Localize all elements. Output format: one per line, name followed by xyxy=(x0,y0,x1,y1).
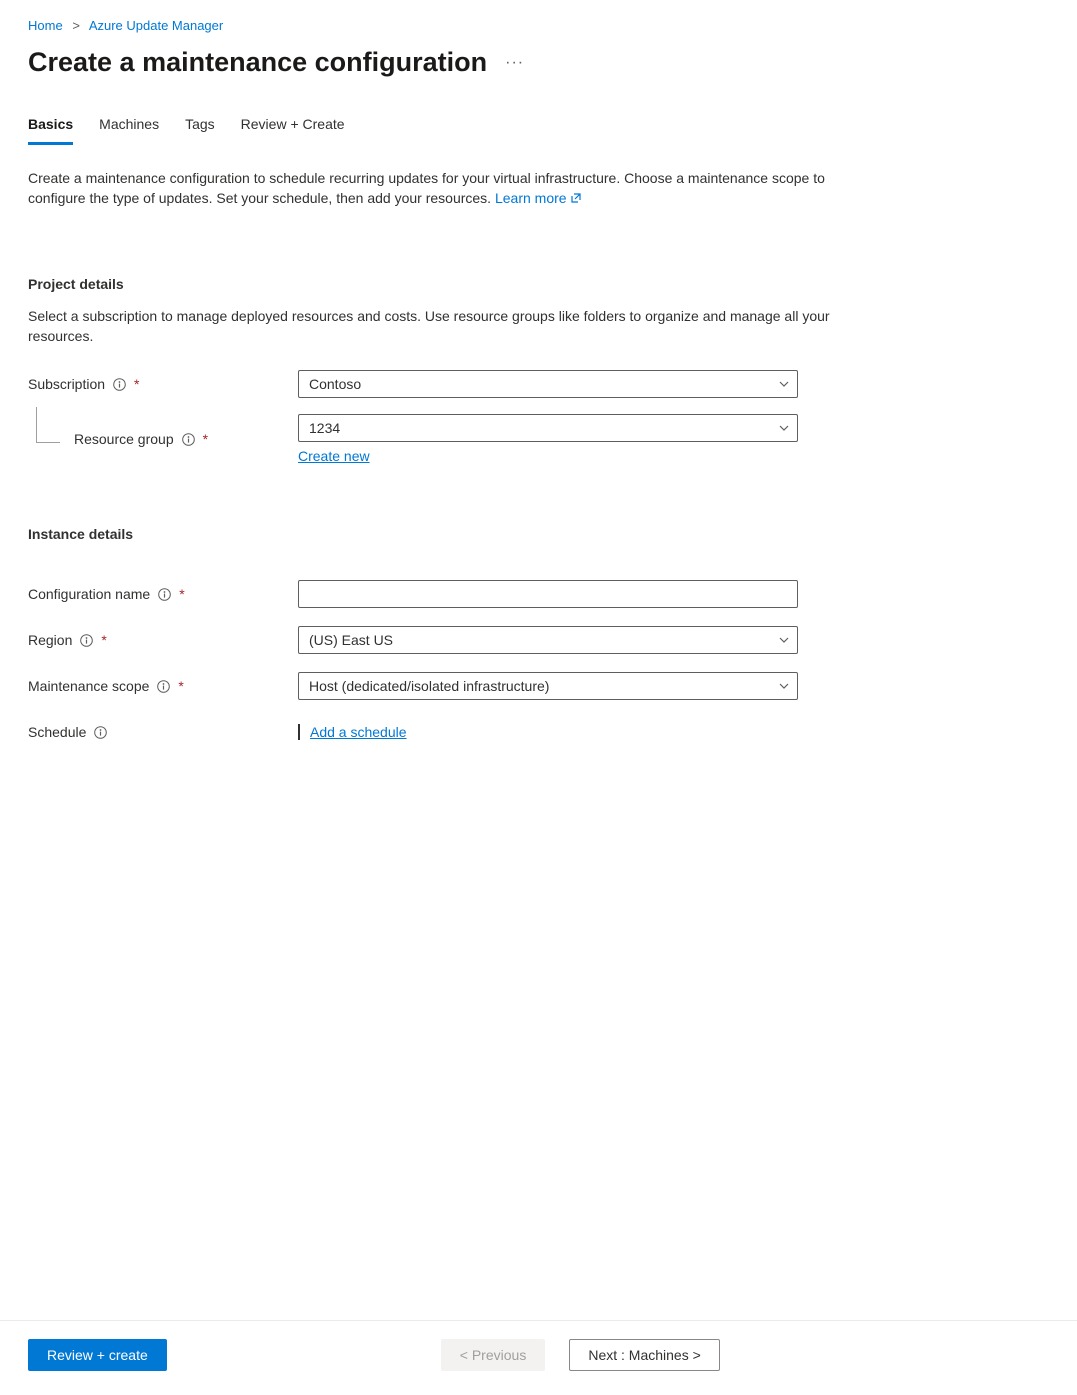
breadcrumb-home[interactable]: Home xyxy=(28,18,63,33)
maintenance-scope-label: Maintenance scope xyxy=(28,678,149,694)
add-schedule-link[interactable]: Add a schedule xyxy=(310,724,407,740)
tab-tags[interactable]: Tags xyxy=(185,116,215,145)
wizard-footer: Review + create < Previous Next : Machin… xyxy=(0,1320,1077,1395)
info-icon[interactable] xyxy=(80,634,93,647)
tab-bar: Basics Machines Tags Review + Create xyxy=(28,116,1049,146)
region-label: Region xyxy=(28,632,72,648)
breadcrumb-separator: > xyxy=(72,18,80,33)
breadcrumb-parent[interactable]: Azure Update Manager xyxy=(89,18,223,33)
tab-basics[interactable]: Basics xyxy=(28,116,73,145)
breadcrumb: Home > Azure Update Manager xyxy=(28,18,1049,33)
configuration-name-input[interactable] xyxy=(298,580,798,608)
subscription-select[interactable]: Contoso xyxy=(298,370,798,398)
page-title: Create a maintenance configuration xyxy=(28,47,487,78)
maintenance-scope-select[interactable]: Host (dedicated/isolated infrastructure) xyxy=(298,672,798,700)
info-icon[interactable] xyxy=(113,378,126,391)
required-indicator: * xyxy=(134,376,139,392)
learn-more-link[interactable]: Learn more xyxy=(495,190,582,206)
tree-connector xyxy=(36,407,60,443)
section-project-details-title: Project details xyxy=(28,276,1049,292)
tab-machines[interactable]: Machines xyxy=(99,116,159,145)
info-icon[interactable] xyxy=(94,726,107,739)
required-indicator: * xyxy=(101,632,106,648)
resource-group-label: Resource group xyxy=(74,431,174,447)
intro-text: Create a maintenance configuration to sc… xyxy=(28,168,848,208)
required-indicator: * xyxy=(179,586,184,602)
external-link-icon xyxy=(570,192,582,204)
review-create-button[interactable]: Review + create xyxy=(28,1339,167,1371)
tab-review[interactable]: Review + Create xyxy=(241,116,345,145)
region-select[interactable]: (US) East US xyxy=(298,626,798,654)
info-icon[interactable] xyxy=(182,433,195,446)
required-indicator: * xyxy=(178,678,183,694)
required-indicator: * xyxy=(203,431,208,447)
configuration-name-label: Configuration name xyxy=(28,586,150,602)
info-icon[interactable] xyxy=(158,588,171,601)
resource-group-select[interactable]: 1234 xyxy=(298,414,798,442)
more-actions-icon[interactable]: ··· xyxy=(505,54,524,72)
previous-button: < Previous xyxy=(441,1339,546,1371)
subscription-label: Subscription xyxy=(28,376,105,392)
section-project-details-desc: Select a subscription to manage deployed… xyxy=(28,306,848,346)
create-new-resource-group-link[interactable]: Create new xyxy=(298,448,370,464)
schedule-label: Schedule xyxy=(28,724,86,740)
next-button[interactable]: Next : Machines > xyxy=(569,1339,719,1371)
info-icon[interactable] xyxy=(157,680,170,693)
section-instance-details-title: Instance details xyxy=(28,526,1049,542)
